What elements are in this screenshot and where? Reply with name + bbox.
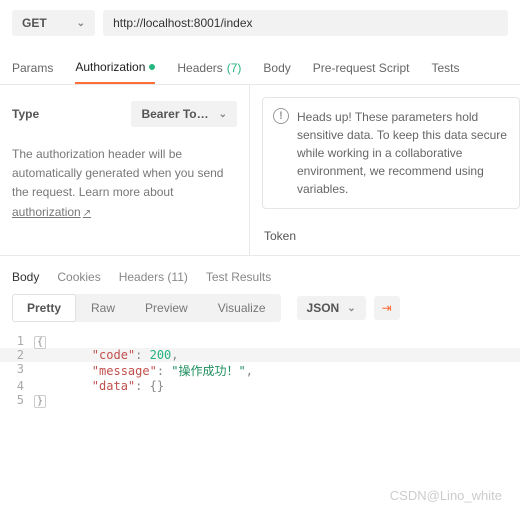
resp-tab-test-results[interactable]: Test Results [206, 270, 271, 284]
wrap-lines-button[interactable]: ⇥ [374, 296, 400, 320]
tab-body[interactable]: Body [263, 54, 290, 84]
watermark: CSDN@Lino_white [390, 488, 502, 503]
tab-params[interactable]: Params [12, 54, 53, 84]
resp-tab-body[interactable]: Body [12, 270, 39, 284]
view-mode-group: Pretty Raw Preview Visualize [12, 294, 281, 322]
tab-pre-request[interactable]: Pre-request Script [313, 54, 410, 84]
resp-tab-cookies[interactable]: Cookies [57, 270, 100, 284]
http-method-dropdown[interactable]: GET ⌄ [12, 10, 95, 36]
response-tabs: Body Cookies Headers (11) Test Results [0, 256, 520, 290]
auth-description: The authorization header will be automat… [12, 145, 237, 222]
request-tabs: Params Authorization Headers (7) Body Pr… [0, 46, 520, 85]
view-preview-button[interactable]: Preview [130, 294, 203, 322]
view-pretty-button[interactable]: Pretty [12, 294, 76, 322]
token-field-label: Token [262, 229, 520, 243]
resp-tab-headers[interactable]: Headers (11) [119, 270, 188, 284]
info-icon: ! [273, 108, 289, 124]
http-method-label: GET [22, 16, 47, 30]
response-body[interactable]: 1{ 2 "code": 200, 3 "message": "操作成功！", … [0, 330, 520, 417]
tab-authorization[interactable]: Authorization [75, 54, 155, 84]
auth-type-dropdown[interactable]: Bearer To… ⌄ [131, 101, 237, 127]
learn-more-link[interactable]: authorization↗ [12, 205, 91, 219]
auth-config-panel: Type Bearer To… ⌄ The authorization head… [0, 85, 250, 255]
sensitive-data-alert: ! Heads up! These parameters hold sensit… [262, 97, 520, 209]
chevron-down-icon: ⌄ [347, 303, 355, 314]
tab-headers[interactable]: Headers (7) [177, 54, 241, 84]
chevron-down-icon: ⌄ [219, 109, 227, 120]
active-dot-icon [149, 64, 155, 70]
tab-tests[interactable]: Tests [431, 54, 459, 84]
external-link-icon: ↗ [83, 208, 91, 219]
chevron-down-icon: ⌄ [77, 18, 85, 29]
url-input[interactable]: http://localhost:8001/index [103, 10, 508, 36]
auth-type-label: Type [12, 107, 39, 121]
format-dropdown[interactable]: JSON ⌄ [297, 296, 366, 320]
wrap-icon: ⇥ [382, 301, 392, 315]
view-raw-button[interactable]: Raw [76, 294, 130, 322]
view-visualize-button[interactable]: Visualize [203, 294, 281, 322]
